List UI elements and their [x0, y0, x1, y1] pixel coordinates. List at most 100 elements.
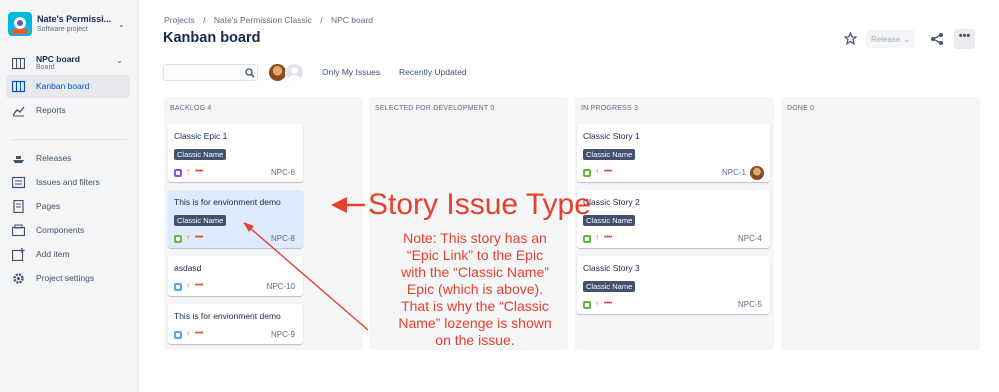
- issue-title: Classic Epic 1: [174, 131, 228, 141]
- board-switcher[interactable]: NPC board Board ⌄: [6, 52, 130, 76]
- sidebar-item-label: Components: [36, 225, 85, 235]
- story-icon: [583, 169, 591, 177]
- column-done: DONE 0: [781, 97, 980, 350]
- assignee-avatar[interactable]: [750, 166, 764, 180]
- sidebar-item-kanban-board[interactable]: Kanban board: [6, 75, 130, 98]
- recently-updated-filter[interactable]: Recently Updated: [399, 67, 467, 77]
- breadcrumb-board[interactable]: NPC board: [331, 15, 373, 25]
- estimate-dots: ••••: [195, 330, 203, 337]
- board-name: NPC board: [36, 54, 80, 64]
- sidebar-item-reports[interactable]: Reports: [6, 99, 130, 122]
- epic-lozenge: Classic Name: [583, 149, 636, 160]
- sidebar-item-components[interactable]: Components: [6, 219, 130, 242]
- estimate-dots: ••••: [195, 168, 203, 175]
- star-icon[interactable]: [844, 32, 857, 45]
- chart-line-icon: [12, 106, 25, 117]
- breadcrumb: Projects / Nate's Permission Classic / N…: [164, 15, 379, 25]
- epic-lozenge: Classic Name: [174, 215, 227, 226]
- estimate-dots: ••••: [604, 168, 612, 175]
- issue-key: NPC-10: [266, 282, 295, 291]
- more-actions-button[interactable]: •••: [954, 29, 975, 49]
- epic-icon: [174, 169, 182, 177]
- chevron-down-icon: ⌄: [118, 20, 125, 29]
- project-name: Nate's Permissi...: [37, 14, 112, 24]
- breadcrumb-separator: /: [320, 15, 323, 25]
- component-icon: [12, 224, 25, 237]
- sidebar-item-add-item[interactable]: Add item: [6, 243, 130, 266]
- issue-card[interactable]: Classic Epic 1 Classic Name ↑ •••• NPC-6: [168, 124, 303, 182]
- issue-card[interactable]: Classic Story 2 Classic Name ↑ •••• NPC-…: [577, 190, 770, 248]
- annotation-note-line: Note: This story has an: [403, 230, 547, 246]
- issues-icon: [12, 176, 25, 189]
- issue-title: Classic Story 2: [583, 197, 640, 207]
- sidebar-item-label: Kanban board: [36, 81, 90, 91]
- issue-card-selected[interactable]: This is for envionment demo Classic Name…: [168, 190, 303, 248]
- sidebar-item-label: Add item: [36, 249, 70, 259]
- annotation-note-line: That is why the “Classic: [401, 298, 549, 314]
- priority-high-icon: ↑: [595, 167, 599, 176]
- story-icon: [583, 301, 591, 309]
- issue-key: NPC-4: [737, 234, 762, 243]
- issue-title: asdasd: [174, 263, 202, 273]
- sidebar-item-label: Project settings: [36, 273, 95, 283]
- estimate-dots: ••••: [604, 300, 612, 307]
- issue-key: NPC-1: [721, 168, 746, 177]
- kanban-icon: [12, 80, 25, 93]
- release-label: Release: [871, 35, 901, 44]
- column-header: DONE 0: [787, 105, 815, 112]
- ship-icon: [13, 156, 24, 163]
- sidebar-item-issues-filters[interactable]: Issues and filters: [6, 171, 130, 194]
- task-icon: [174, 331, 182, 339]
- share-icon[interactable]: [930, 32, 944, 46]
- sidebar-item-project-settings[interactable]: Project settings: [6, 267, 130, 290]
- search-input[interactable]: [163, 64, 258, 81]
- column-backlog: BACKLOG 4 Classic Epic 1 Classic Name ↑ …: [164, 97, 363, 350]
- estimate-dots: ••••: [195, 282, 203, 289]
- issue-card[interactable]: Classic Story 1 Classic Name ↑ •••• NPC-…: [577, 124, 770, 182]
- issue-title: Classic Story 1: [583, 131, 640, 141]
- sidebar-item-releases[interactable]: Releases: [6, 147, 130, 170]
- issue-title: Classic Story 3: [583, 263, 640, 273]
- breadcrumb-separator: /: [203, 15, 206, 25]
- breadcrumb-projects[interactable]: Projects: [164, 15, 195, 25]
- priority-high-icon: ↑: [186, 329, 190, 338]
- annotation-note-line: on the issue.: [435, 332, 515, 348]
- issue-key: NPC-6: [270, 168, 295, 177]
- sidebar-item-label: Reports: [36, 105, 66, 115]
- priority-high-icon: ↑: [186, 281, 190, 290]
- issue-card[interactable]: asdasd ↑ •••• NPC-10: [168, 256, 303, 296]
- page-title: Kanban board: [163, 30, 261, 46]
- annotation-note-line: “Epic Link” to the Epic: [406, 247, 544, 263]
- annotation-title: Story Issue Type: [368, 188, 591, 221]
- issue-key: NPC-8: [270, 234, 295, 243]
- sidebar-item-pages[interactable]: Pages: [6, 195, 130, 218]
- breadcrumb-project[interactable]: Nate's Permission Classic: [214, 15, 312, 25]
- board-icon: [12, 57, 25, 70]
- column-in-progress: IN PROGRESS 3 Classic Story 1 Classic Na…: [575, 97, 774, 350]
- chevron-down-icon: ⌄: [903, 35, 911, 44]
- task-icon: [174, 283, 182, 291]
- project-switcher[interactable]: Nate's Permissi... Software project ⌄: [8, 10, 134, 40]
- issue-key: NPC-5: [737, 300, 762, 309]
- sidebar-item-label: Releases: [36, 153, 72, 163]
- sidebar-item-label: Pages: [36, 201, 61, 211]
- only-my-issues-filter[interactable]: Only My Issues: [322, 67, 380, 77]
- issue-key: NPC-9: [270, 330, 295, 339]
- annotation-note-line: Name” lozenge is shown: [398, 315, 552, 331]
- annotation-note: Note: This story has an “Epic Link” to t…: [366, 230, 584, 349]
- issue-card[interactable]: Classic Story 3 Classic Name ↑ •••• NPC-…: [577, 256, 770, 314]
- issue-title: This is for envionment demo: [174, 197, 281, 207]
- project-type: Software project: [37, 26, 88, 33]
- epic-lozenge: Classic Name: [583, 281, 636, 292]
- priority-high-icon: ↑: [595, 299, 599, 308]
- issue-card[interactable]: This is for envionment demo ↑ •••• NPC-9: [168, 304, 303, 344]
- release-button[interactable]: Release ⌄: [866, 30, 915, 48]
- search-icon: [245, 68, 255, 78]
- page-icon: [13, 200, 24, 213]
- story-icon: [583, 235, 591, 243]
- unassigned-avatar[interactable]: [285, 63, 304, 82]
- column-header: IN PROGRESS 3: [581, 105, 639, 112]
- epic-lozenge: Classic Name: [174, 149, 227, 160]
- add-item-icon: [12, 248, 25, 261]
- sidebar-divider: [12, 139, 127, 140]
